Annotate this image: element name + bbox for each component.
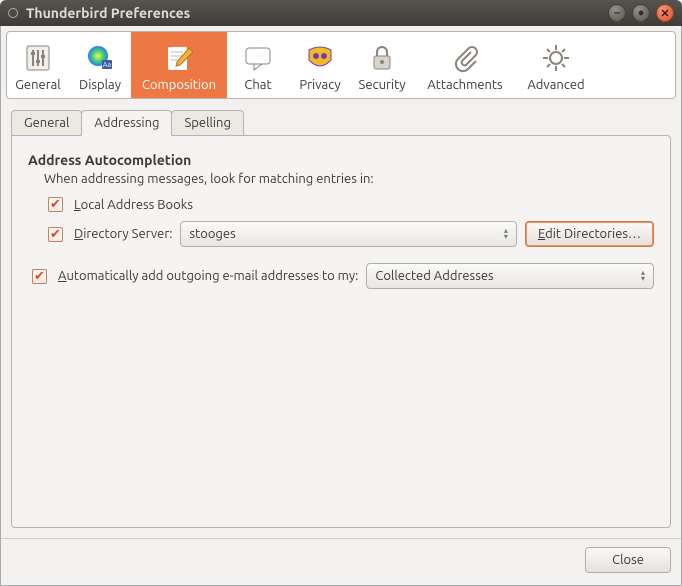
window-maximize-button[interactable]: ● xyxy=(632,4,650,22)
window-body: General Aa Display Composition Chat Priv… xyxy=(0,26,682,586)
toolbar-label: Attachments xyxy=(427,78,502,92)
window-minimize-button[interactable]: ‒ xyxy=(608,4,626,22)
mask-icon xyxy=(304,42,336,74)
toolbar-attachments[interactable]: Attachments xyxy=(413,32,517,98)
titlebar: Thunderbird Preferences ‒ ● ✕ xyxy=(0,0,682,26)
toolbar-label: Display xyxy=(79,78,121,92)
toolbar-advanced[interactable]: Advanced xyxy=(517,32,595,98)
toolbar-display[interactable]: Aa Display xyxy=(69,32,131,98)
auto-add-select[interactable]: Collected Addresses ▴▾ xyxy=(366,263,654,289)
subtab-spelling[interactable]: Spelling xyxy=(171,110,243,136)
local-address-books-label[interactable]: Local Address Books xyxy=(74,198,193,212)
select-value: Collected Addresses xyxy=(375,269,493,283)
subtabs: General Addressing Spelling xyxy=(1,99,681,135)
toolbar-label: General xyxy=(15,78,60,92)
toolbar-label: Chat xyxy=(244,78,271,92)
row-auto-add: Automatically add outgoing e-mail addres… xyxy=(28,263,654,289)
toolbar-security[interactable]: Security xyxy=(351,32,413,98)
window-title: Thunderbird Preferences xyxy=(26,5,190,21)
app-menu-icon[interactable] xyxy=(8,8,18,18)
compose-icon xyxy=(163,42,195,74)
subtab-addressing[interactable]: Addressing xyxy=(81,110,172,136)
directory-server-select[interactable]: stooges ▴▾ xyxy=(180,221,516,247)
lock-icon xyxy=(366,42,398,74)
toolbar-privacy[interactable]: Privacy xyxy=(289,32,351,98)
edit-directories-button[interactable]: Edit Directories… xyxy=(525,221,654,247)
subtab-general[interactable]: General xyxy=(11,110,82,136)
palette-icon: Aa xyxy=(84,42,116,74)
directory-server-label[interactable]: Directory Server: xyxy=(74,227,172,241)
chat-icon xyxy=(242,42,274,74)
auto-add-checkbox[interactable] xyxy=(32,269,47,284)
directory-server-checkbox[interactable] xyxy=(48,227,63,242)
toolbar-composition[interactable]: Composition xyxy=(131,32,227,98)
toolbar-label: Security xyxy=(359,78,406,92)
row-directory-server: Directory Server: stooges ▴▾ Edit Direct… xyxy=(44,221,654,247)
svg-text:Aa: Aa xyxy=(103,61,112,69)
auto-add-label[interactable]: Automatically add outgoing e-mail addres… xyxy=(58,269,358,283)
toolbar-general[interactable]: General xyxy=(7,32,69,98)
toolbar-label: Privacy xyxy=(299,78,340,92)
dialog-footer: Close xyxy=(1,538,681,585)
spinner-icon: ▴▾ xyxy=(504,228,508,240)
window-close-button[interactable]: ✕ xyxy=(656,4,674,22)
spinner-icon: ▴▾ xyxy=(641,270,645,282)
toolbar-chat[interactable]: Chat xyxy=(227,32,289,98)
select-value: stooges xyxy=(189,227,235,241)
sliders-icon xyxy=(22,42,54,74)
section-description: When addressing messages, look for match… xyxy=(44,172,654,186)
toolbar-label: Composition xyxy=(142,78,216,92)
addressing-panel: Address Autocompletion When addressing m… xyxy=(11,135,671,528)
local-address-books-checkbox[interactable] xyxy=(48,197,63,212)
close-button[interactable]: Close xyxy=(585,547,671,573)
paperclip-icon xyxy=(449,42,481,74)
section-title: Address Autocompletion xyxy=(28,152,654,168)
pref-toolbar: General Aa Display Composition Chat Priv… xyxy=(6,31,676,99)
toolbar-label: Advanced xyxy=(527,78,584,92)
gear-icon xyxy=(540,42,572,74)
row-local-address-books: Local Address Books xyxy=(44,194,654,215)
